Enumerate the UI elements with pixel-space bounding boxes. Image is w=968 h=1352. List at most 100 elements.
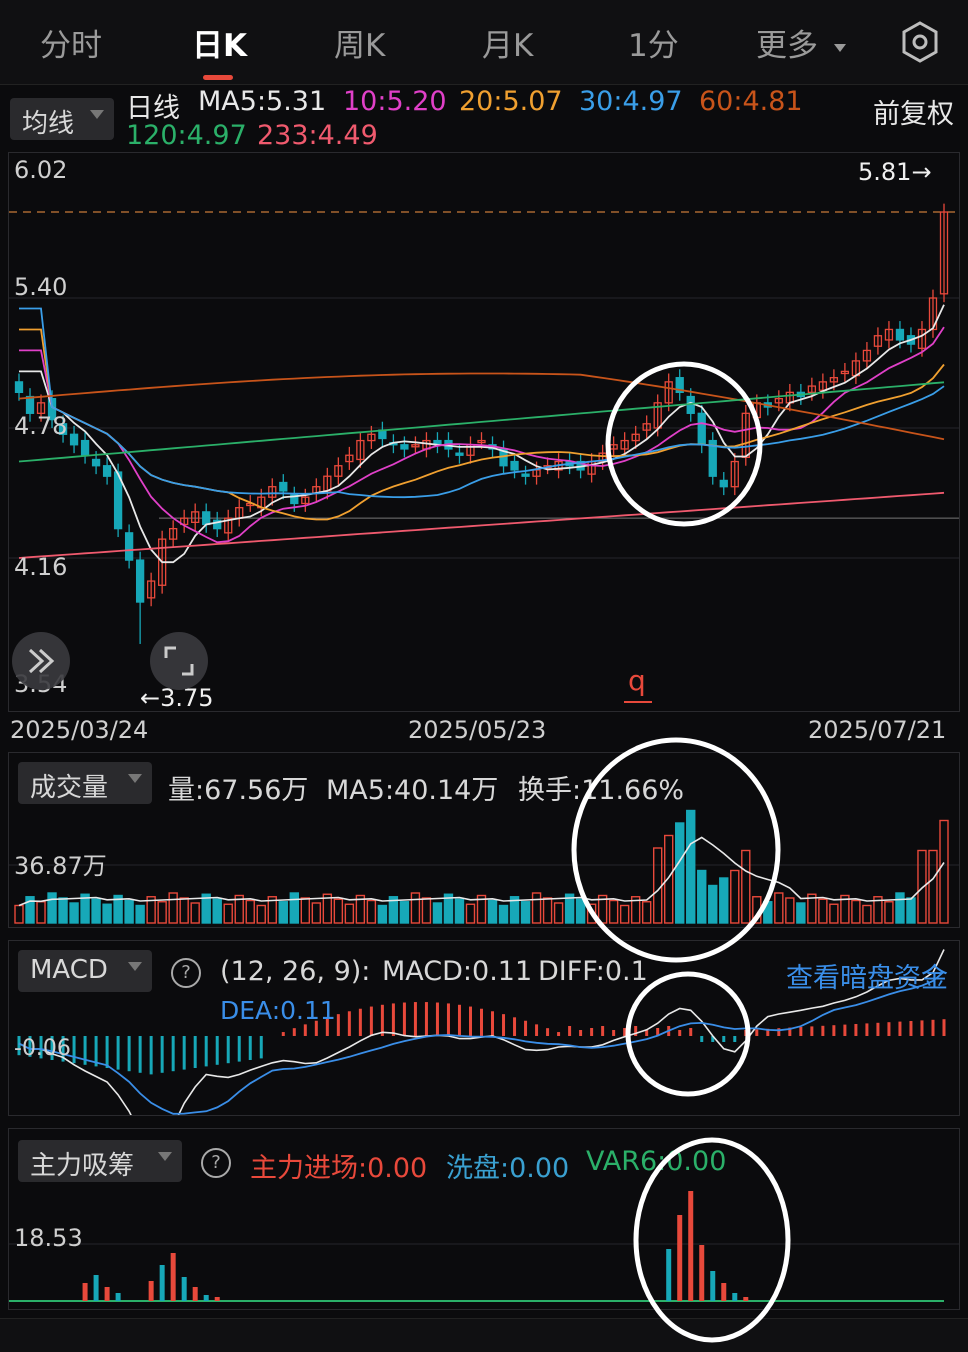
main-fund-bar [115,1293,121,1301]
caret-down-icon [158,1152,172,1161]
volume-bar [586,903,597,924]
volume-bar [223,903,233,924]
ma-line-20 [19,328,945,521]
volume-bar [675,822,685,924]
candlestick [884,321,894,349]
volume-bar [785,897,795,924]
tab-weekly-k[interactable]: 周K [334,20,385,65]
candlestick [102,457,112,485]
candlestick [543,457,552,475]
volume-bar [752,896,762,924]
volume-bar [135,904,145,924]
tab-more[interactable]: 更多 [756,20,846,65]
candlestick [719,472,728,496]
main-fund-bar [192,1287,198,1301]
main-fund-bar [148,1281,154,1301]
dark-pool-fund-link[interactable]: 查看暗盘资金 [786,956,948,995]
candlestick-chart[interactable] [9,153,959,711]
ma30-value: 30:4.97 [579,86,683,117]
main-entry-value: 主力进场:0.00 [250,1153,428,1184]
indicator-selector-ma[interactable]: 均线 [10,98,114,140]
main-fund-bar [93,1275,99,1301]
fullscreen-button[interactable] [150,632,208,690]
volume-bar [14,904,24,924]
expand-sidebar-button[interactable] [12,632,70,690]
gear-icon[interactable] [898,20,942,64]
candlestick [169,520,178,548]
volume-bar [190,902,200,924]
volume-bar [366,899,377,924]
volume-bar [664,834,674,924]
macd-params: (12, 26, 9): [220,956,371,987]
candlestick [146,572,156,607]
volume-bar [157,901,167,924]
candlestick [69,425,79,454]
volume-bar [333,898,344,924]
volume-bar [212,898,222,924]
candlestick [400,436,409,458]
volume-bar [487,899,498,924]
volume-bar [311,902,322,924]
volume-bar [608,899,619,924]
volume-bar [69,902,79,924]
volume-bar [454,898,465,924]
price-y-label: 4.16 [14,553,68,581]
indicator-selector-main-fund[interactable]: 主力吸筹 [18,1140,182,1182]
tab-daily-k[interactable]: 日K [192,20,247,65]
macd-y-label: -0.06 [14,1036,71,1061]
price-y-label: 5.40 [14,273,68,301]
candlestick [180,509,189,533]
volume-bar [575,898,586,924]
volume-value: 量:67.56万 [168,775,309,806]
volume-bar [91,898,101,924]
main-fund-bar [710,1271,716,1301]
candlestick [939,203,949,303]
macd-value: MACD:0.11 [382,956,533,987]
ma233-value: 233:4.49 [257,120,378,151]
volume-bar [168,892,178,924]
price-y-label: 6.02 [14,156,68,184]
candlestick [851,352,861,384]
annotation-marker: q [628,664,646,697]
volume-bar [553,902,564,924]
candlestick [411,436,420,454]
help-icon[interactable]: ? [171,958,201,988]
candlestick [422,432,431,458]
tab-intraday[interactable]: 分时 [40,20,102,65]
ma20-value: 20:5.07 [459,86,563,117]
main-fund-bar [666,1249,672,1301]
diff-value: DIFF:0.1 [538,956,648,987]
indicator-selector-volume[interactable]: 成交量 [18,762,152,804]
tab-1min[interactable]: 1分 [628,20,679,65]
help-icon[interactable]: ? [201,1148,231,1178]
volume-bar [278,901,288,924]
volume-bar [862,904,872,924]
volume-bar [256,904,266,924]
indicator-selector-macd[interactable]: MACD [18,950,152,992]
candlestick [80,432,90,464]
ma-line-233 [18,491,945,559]
candlestick [213,511,222,538]
var6-value: VAR6:0.00 [586,1146,727,1177]
dea-value: DEA:0.11 [220,996,336,1025]
double-chevron-right-icon [28,648,55,674]
candlestick [708,432,717,485]
volume-bar [124,899,134,924]
candlestick [818,373,828,399]
ma-line-60 [18,372,945,441]
price-y-label: 4.78 [14,412,68,440]
main-fund-bar [677,1215,683,1301]
candlestick [609,436,618,458]
tab-monthly-k[interactable]: 月K [482,20,533,65]
volume-bar [344,903,355,924]
candlestick [323,467,332,500]
volume-bar [410,892,421,924]
main-fund-bar [732,1293,738,1301]
volume-bar [884,901,894,924]
volume-bar [906,897,916,924]
volume-bar [531,892,542,924]
volume-bar [686,809,696,924]
price-adjust-toggle[interactable]: 前复权 [873,92,954,131]
volume-bar [652,847,663,924]
ma-line-30 [19,307,945,499]
